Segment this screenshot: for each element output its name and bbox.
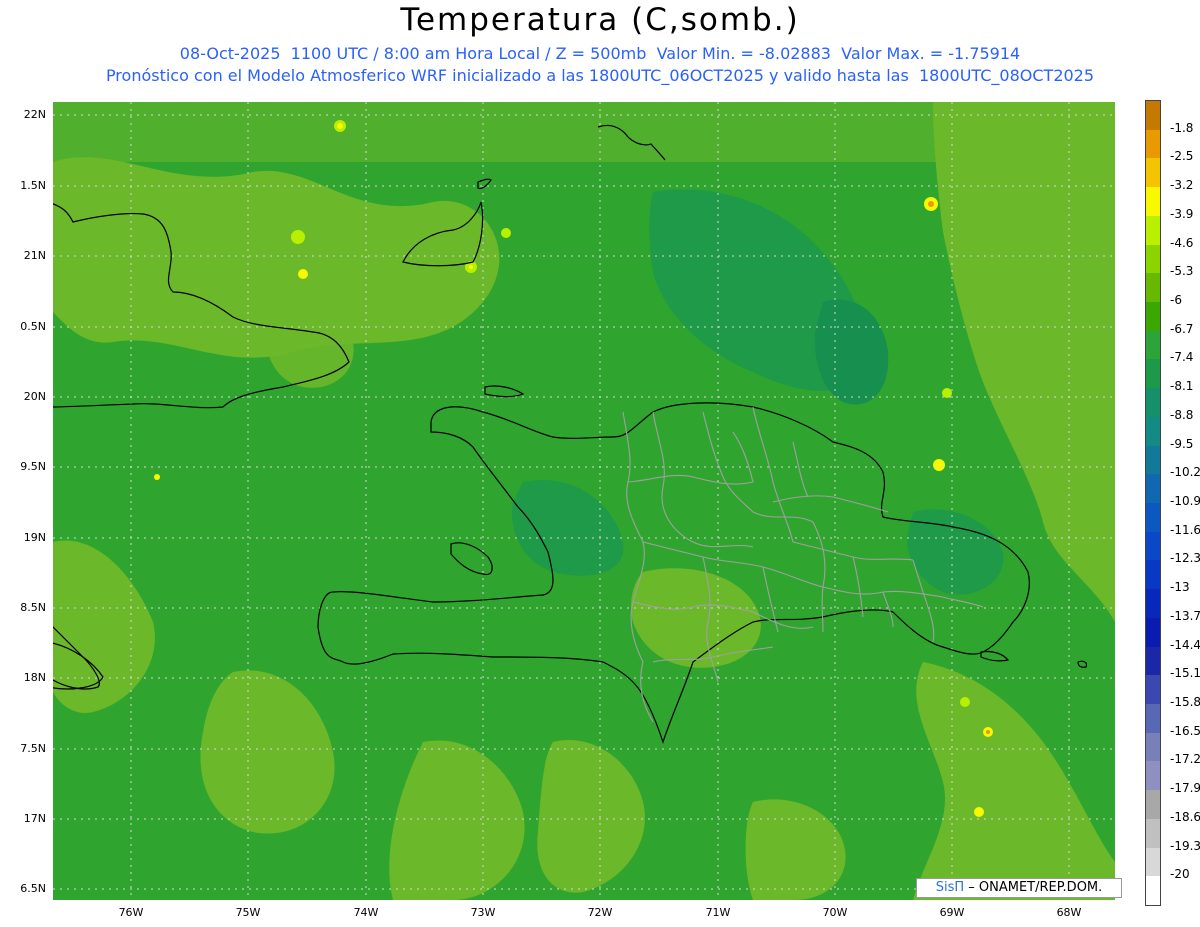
x-tick-label: 74W [353,906,379,919]
colorbar-segment [1146,646,1160,676]
colorbar-label: -17.2 [1170,752,1200,767]
colorbar-segment [1146,818,1160,849]
colorbar-segment [1146,101,1160,131]
colorbar-label: -14.4 [1170,637,1200,652]
colorbar-segment [1146,704,1160,734]
y-tick-label: 9.5N [20,460,46,473]
y-tick-label: 6.5N [20,882,46,895]
colorbar-segment [1146,302,1160,332]
colorbar-segment [1146,416,1160,447]
colorbar-segment [1146,273,1160,303]
y-tick-label: 1.5N [20,179,46,192]
y-tick-label: 0.5N [20,320,46,333]
y-tick-label: 7.5N [20,742,46,755]
colorbar-label: -17.9 [1170,781,1200,796]
colorbar-segment [1146,761,1160,791]
colorbar-segment [1146,732,1160,762]
subtitle-datetime: 08-Oct-2025 1100 UTC / 8:00 am Hora Loca… [179,44,1021,63]
colorbar-label: -13 [1170,580,1190,595]
colorbar-segment [1146,847,1160,877]
colorbar-segment [1146,158,1160,188]
colorbar-label: -3.9 [1170,206,1194,221]
x-tick-label: 75W [235,906,261,919]
colorbar-label: -10.2 [1170,465,1200,480]
colorbar-label: -16.5 [1170,723,1200,738]
y-tick-label: 21N [23,249,46,262]
y-tick-label: 22N [23,108,46,121]
colorbar-segment [1146,215,1160,246]
x-tick-label: 69W [939,906,965,919]
colorbar-label: -15.1 [1170,666,1200,681]
x-tick-label: 76W [118,906,144,919]
credit-text: – ONAMET/REP.DOM. [964,880,1103,895]
colorbar-segment [1146,359,1160,389]
colorbar-label: -6 [1170,293,1182,307]
colorbar-label: -4.6 [1170,235,1194,250]
colorbar-label: -1.8 [1170,120,1194,135]
colorbar-segment [1146,330,1160,360]
colorbar-segment [1146,503,1160,533]
colorbar-segment [1146,790,1160,820]
forecast-map [53,102,1115,900]
x-tick-label: 70W [822,906,848,919]
colorbar-segment [1146,617,1160,648]
colorbar-segment [1146,560,1160,590]
colorbar-label: -6.7 [1170,321,1194,336]
subtitle-model-info: Pronóstico con el Modelo Atmosferico WRF… [105,66,1095,85]
colorbar-label: -2.5 [1170,149,1194,164]
y-tick-label: 19N [23,531,46,544]
y-tick-label: 18N [23,671,46,684]
colorbar-segment [1146,388,1160,418]
colorbar-label: -9.5 [1170,436,1194,451]
colorbar-label: -10.9 [1170,494,1200,508]
y-tick-label: 8.5N [20,601,46,614]
y-tick-label: 20N [23,390,46,403]
colorbar-label: -7.4 [1170,350,1194,365]
sispi-logo: SisΠ [935,880,965,895]
colorbar-label: -18.6 [1170,809,1200,824]
colorbar-segment [1146,589,1160,619]
colorbar-label: -3.2 [1170,178,1194,193]
colorbar-label: -5.3 [1170,264,1194,279]
colorbar-label: -12.3 [1170,551,1200,566]
y-tick-label: 17N [23,812,46,825]
colorbar-segment [1146,129,1160,159]
colorbar-segment [1146,531,1160,561]
colorbar-segment [1146,675,1160,705]
colorbar-label: -11.6 [1170,522,1200,537]
temperature-field [53,102,1115,900]
colorbar-segment [1146,187,1160,217]
colorbar-label: -8.1 [1170,379,1194,394]
colorbar-segment [1146,474,1160,504]
x-tick-label: 71W [705,906,731,919]
x-tick-label: 72W [587,906,613,919]
x-tick-label: 68W [1056,906,1082,919]
colorbar-label: -15.8 [1170,695,1200,709]
colorbar-segment [1146,445,1160,475]
colorbar-label: -20 [1170,867,1190,882]
colorbar-segment [1146,244,1160,274]
chart-title: Temperatura (C,somb.) [400,2,800,38]
colorbar [1145,100,1161,906]
colorbar-segment [1146,876,1160,906]
x-tick-label: 73W [470,906,496,919]
colorbar-label: -19.3 [1170,838,1200,853]
credit-box: SisΠ – ONAMET/REP.DOM. [916,878,1122,898]
colorbar-label: -13.7 [1170,608,1200,623]
colorbar-label: -8.8 [1170,407,1194,422]
